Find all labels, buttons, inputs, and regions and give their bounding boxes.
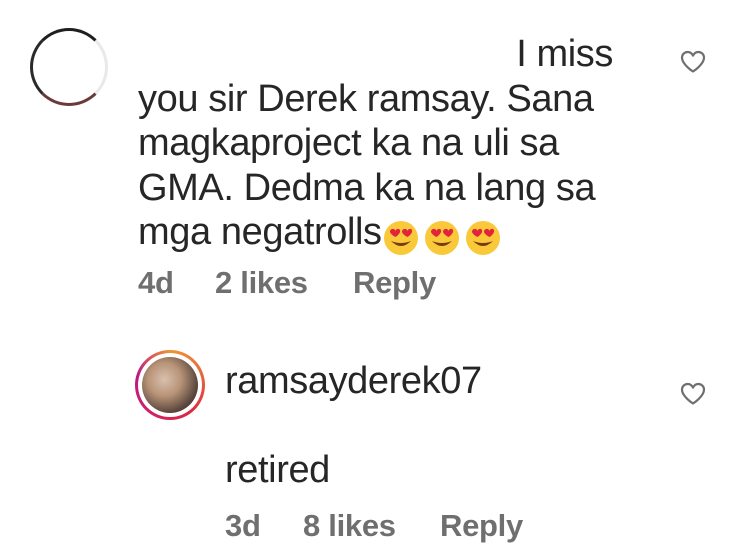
comment-line-last: mga negatrolls [138,210,613,255]
comment-line: mga negatrolls [138,211,382,253]
comment-time: 4d [138,265,174,300]
commenter-avatar[interactable] [30,28,108,106]
heart-eyes-emoji-icon [424,220,459,255]
heart-eyes-emoji-icon [383,220,418,255]
avatar-gap [138,353,202,417]
likes-count[interactable]: 8 likes [303,508,396,544]
reply-button[interactable]: Reply [440,508,523,544]
reply-username[interactable]: ramsayderek07 [225,360,482,403]
comment-line: magkaproject ka na uli sa [138,122,559,164]
reply-time: 3d [225,508,261,543]
heart-eyes-emoji-icon [465,220,500,255]
like-heart-icon[interactable] [680,382,706,406]
comment-line: I miss [516,33,613,75]
emoji-group [383,214,506,259]
comment-text: I miss you sir Derek ramsay. Sana magkap… [138,32,613,255]
avatar-photo [142,357,198,413]
comment-line: you sir Derek ramsay. Sana [138,77,594,120]
like-heart-icon[interactable] [680,50,706,74]
comment-line: GMA. Dedma ka na lang sa [138,166,596,209]
reply-text: retired [225,449,330,491]
likes-count[interactable]: 2 likes [215,265,308,301]
reply-button[interactable]: Reply [353,265,436,301]
reply-author-avatar[interactable] [135,350,205,420]
